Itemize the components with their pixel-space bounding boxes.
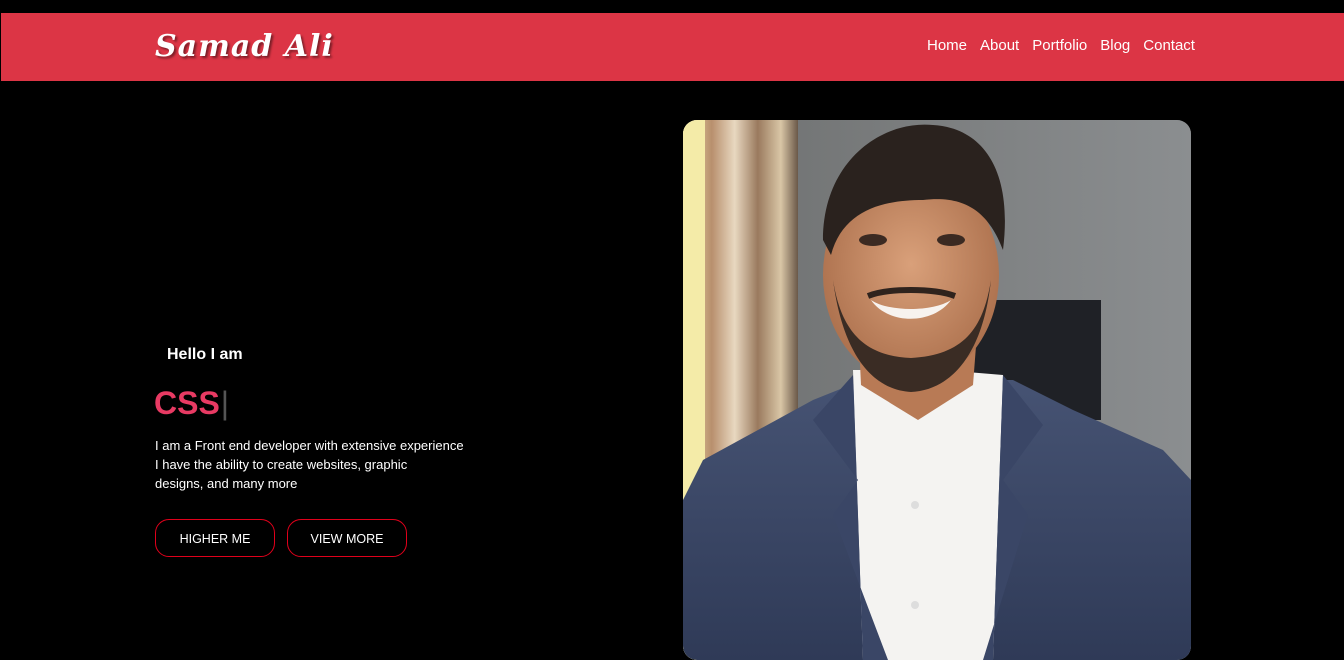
typing-cursor: | — [220, 385, 230, 421]
description-line: I am a Front end developer with extensiv… — [155, 438, 464, 453]
hero-typed-text: CSS| — [154, 384, 229, 422]
nav-blog-link[interactable]: Blog — [1100, 37, 1130, 55]
typed-word: CSS — [154, 385, 220, 421]
hire-me-button[interactable]: HIGHER ME — [155, 519, 275, 557]
nav-portfolio-link[interactable]: Portfolio — [1032, 37, 1087, 55]
site-logo[interactable]: Samad Ali — [155, 31, 334, 63]
nav-contact-link[interactable]: Contact — [1143, 37, 1195, 55]
description-line: designs, and many more — [155, 476, 298, 491]
top-strip — [0, 0, 1344, 13]
portrait-photo — [683, 120, 1191, 660]
main-nav: Home About Portfolio Blog Contact — [927, 37, 1208, 55]
hero-greeting: Hello I am — [167, 346, 243, 363]
nav-about-link[interactable]: About — [980, 37, 1019, 55]
description-line: I have the ability to create websites, g… — [155, 457, 408, 472]
nav-home-link[interactable]: Home — [927, 37, 967, 55]
portrait-illustration — [683, 120, 1191, 660]
hero-description: I am a Front end developer with extensiv… — [155, 436, 465, 493]
view-more-button[interactable]: VIEW MORE — [287, 519, 407, 557]
navbar: Samad Ali Home About Portfolio Blog Cont… — [1, 13, 1344, 81]
